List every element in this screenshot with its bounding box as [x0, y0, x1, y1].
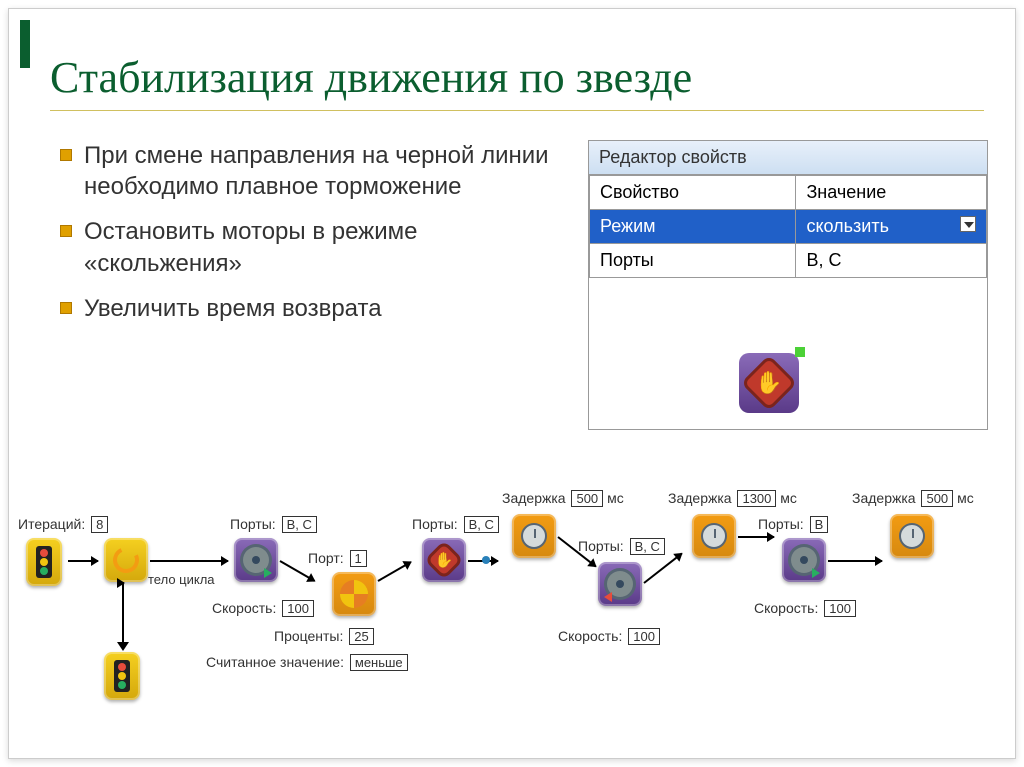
prop-value: B, C: [796, 244, 987, 278]
ports-label: Порты: B, C: [230, 516, 317, 533]
table-row-ports[interactable]: Порты B, C: [590, 244, 987, 278]
loop-icon: [109, 543, 142, 576]
arrow-icon: [150, 560, 228, 562]
col-value: Значение: [796, 176, 987, 210]
stop-motor-block-icon[interactable]: ✋: [739, 353, 799, 413]
stop-motor-block[interactable]: ✋: [422, 538, 466, 582]
motor-block[interactable]: [782, 538, 826, 582]
speed-label: Скорость: 100: [558, 628, 660, 645]
indicator-dot: [795, 347, 805, 357]
title-rule: [50, 110, 984, 111]
iterations-label: Итераций: 8: [18, 516, 108, 533]
clock-icon: [899, 523, 925, 549]
sensor-block[interactable]: [332, 572, 376, 616]
bullet-item: При смене направления на черной линии не…: [60, 140, 560, 202]
stop-sign-icon: ✋: [424, 540, 464, 580]
connector-dot-icon: [482, 556, 490, 564]
start-block[interactable]: [26, 538, 62, 586]
bullet-list: При смене направления на черной линии не…: [60, 140, 560, 338]
delay-block[interactable]: [692, 514, 736, 558]
panel-heading: Редактор свойств: [589, 141, 987, 175]
bullet-item: Увеличить время возврата: [60, 293, 560, 324]
title-accent: [20, 20, 30, 68]
end-block[interactable]: [104, 652, 140, 700]
read-value-label: Считанное значение: меньше: [206, 654, 408, 671]
speed-label: Скорость: 100: [754, 600, 856, 617]
arrow-right-icon: [264, 568, 272, 578]
ports-label: Порты: B, C: [578, 538, 665, 555]
loop-body-label: тело цикла: [148, 572, 215, 587]
table-header-row: Свойство Значение: [590, 176, 987, 210]
speed-label: Скорость: 100: [212, 600, 314, 617]
arrow-icon: [378, 561, 412, 582]
arrow-icon: [643, 553, 682, 584]
loop-block[interactable]: [104, 538, 148, 582]
prop-value[interactable]: скользить: [796, 210, 987, 244]
arrow-down-icon: [122, 582, 124, 644]
percent-label: Проценты: 25: [274, 628, 374, 645]
ports-label: Порты: B: [758, 516, 828, 533]
clock-icon: [521, 523, 547, 549]
slide-title: Стабилизация движения по звезде: [50, 52, 692, 103]
port-label: Порт: 1: [308, 550, 367, 567]
col-property: Свойство: [590, 176, 796, 210]
prop-name: Режим: [590, 210, 796, 244]
motor-block[interactable]: [234, 538, 278, 582]
delay-label: Задержка 500 мс: [852, 490, 974, 507]
clock-icon: [701, 523, 727, 549]
prop-name: Порты: [590, 244, 796, 278]
delay-block[interactable]: [512, 514, 556, 558]
traffic-light-icon: [114, 660, 130, 692]
delay-block[interactable]: [890, 514, 934, 558]
arrow-right-icon: [812, 568, 820, 578]
dropdown-icon[interactable]: [960, 216, 976, 232]
arrow-icon: [828, 560, 882, 562]
arrow-icon: [68, 560, 98, 562]
delay-label: Задержка 500 мс: [502, 490, 624, 507]
property-editor-panel: Редактор свойств Свойство Значение Режим…: [588, 140, 988, 430]
table-row-mode[interactable]: Режим скользить: [590, 210, 987, 244]
arrow-icon: [738, 536, 774, 538]
delay-label: Задержка 1300 мс: [668, 490, 797, 507]
stop-sign-icon: ✋: [741, 355, 798, 412]
arrowhead-icon: [117, 642, 129, 651]
arrow-left-icon: [604, 592, 612, 602]
traffic-light-icon: [36, 546, 52, 578]
sensor-icon: [340, 580, 368, 608]
bullet-item: Остановить моторы в режиме «скольжения»: [60, 216, 560, 278]
hand-icon: ✋: [755, 372, 782, 394]
property-table: Свойство Значение Режим скользить Порты …: [589, 175, 987, 278]
flow-diagram: Итераций: 8 тело цикла Порты: B, C Скоро…: [12, 480, 1012, 740]
ports-label: Порты: B, C: [412, 516, 499, 533]
motor-reverse-block[interactable]: [598, 562, 642, 606]
hand-icon: ✋: [435, 553, 454, 568]
